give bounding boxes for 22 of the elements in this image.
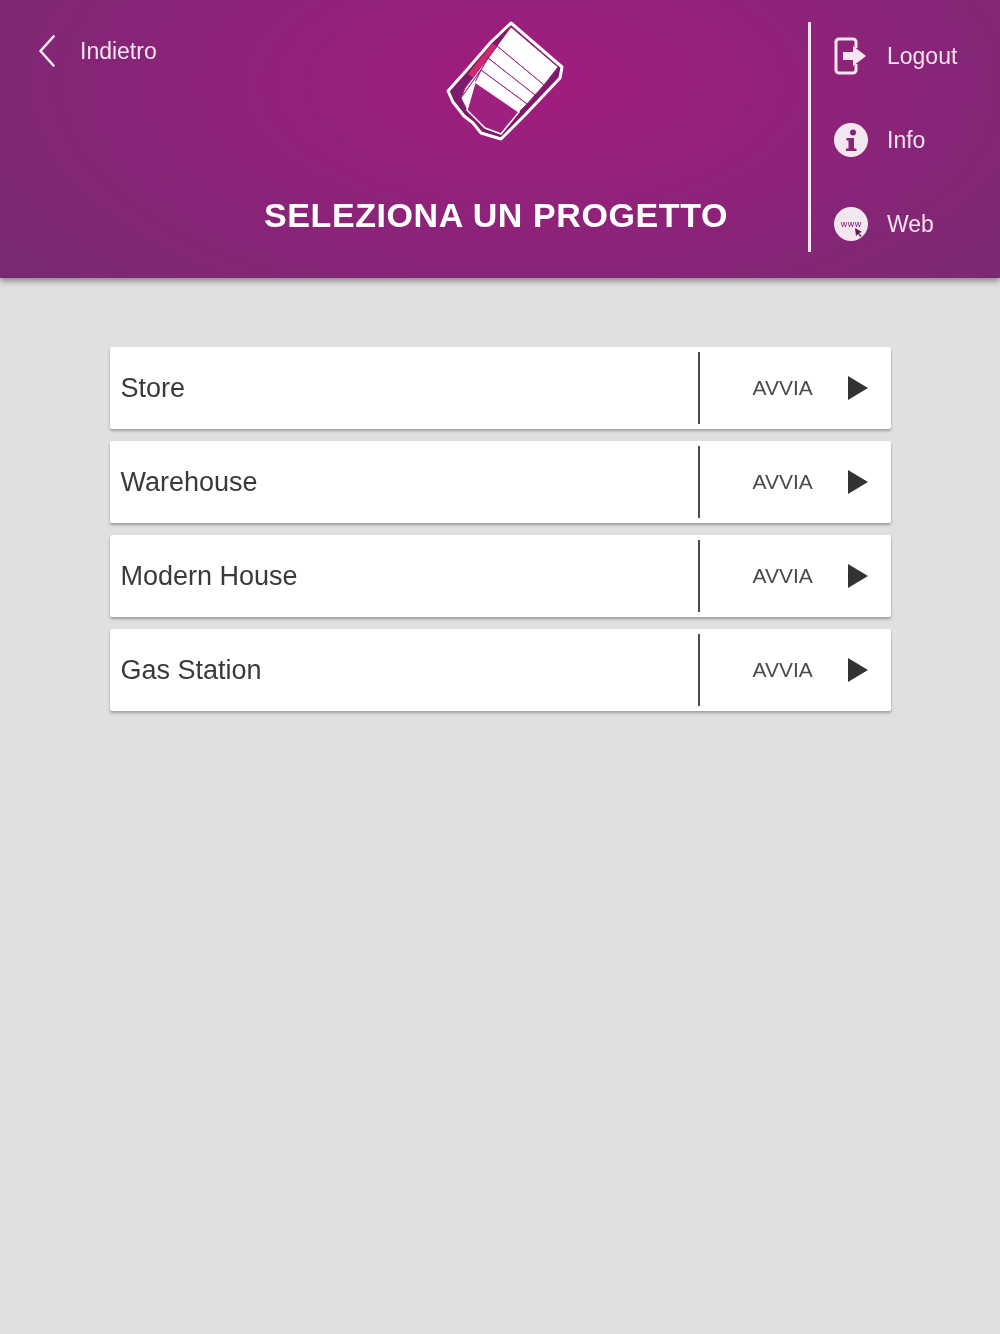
info-icon bbox=[834, 123, 868, 157]
logout-icon bbox=[834, 37, 868, 75]
start-button[interactable]: AVVIA bbox=[699, 347, 891, 429]
play-icon bbox=[847, 564, 868, 588]
info-button[interactable]: Info bbox=[834, 120, 926, 160]
stairs-logo-icon bbox=[445, 20, 565, 142]
play-icon bbox=[847, 658, 868, 682]
play-icon bbox=[847, 376, 868, 400]
play-icon bbox=[847, 470, 868, 494]
logout-button[interactable]: Logout bbox=[834, 36, 958, 76]
project-name: Gas Station bbox=[120, 654, 262, 686]
project-name: Store bbox=[120, 372, 186, 404]
start-button[interactable]: AVVIA bbox=[699, 535, 891, 617]
start-button[interactable]: AVVIA bbox=[699, 629, 891, 711]
page-title: SELEZIONA UN PROGETTO bbox=[263, 195, 729, 235]
www-icon: www bbox=[834, 207, 868, 241]
project-name: Warehouse bbox=[120, 466, 258, 498]
start-button[interactable]: AVVIA bbox=[699, 441, 891, 523]
back-button[interactable]: Indietro bbox=[38, 35, 157, 67]
web-button[interactable]: www Web bbox=[834, 204, 934, 244]
project-name: Modern House bbox=[120, 560, 298, 592]
back-chevron-icon bbox=[38, 35, 56, 67]
